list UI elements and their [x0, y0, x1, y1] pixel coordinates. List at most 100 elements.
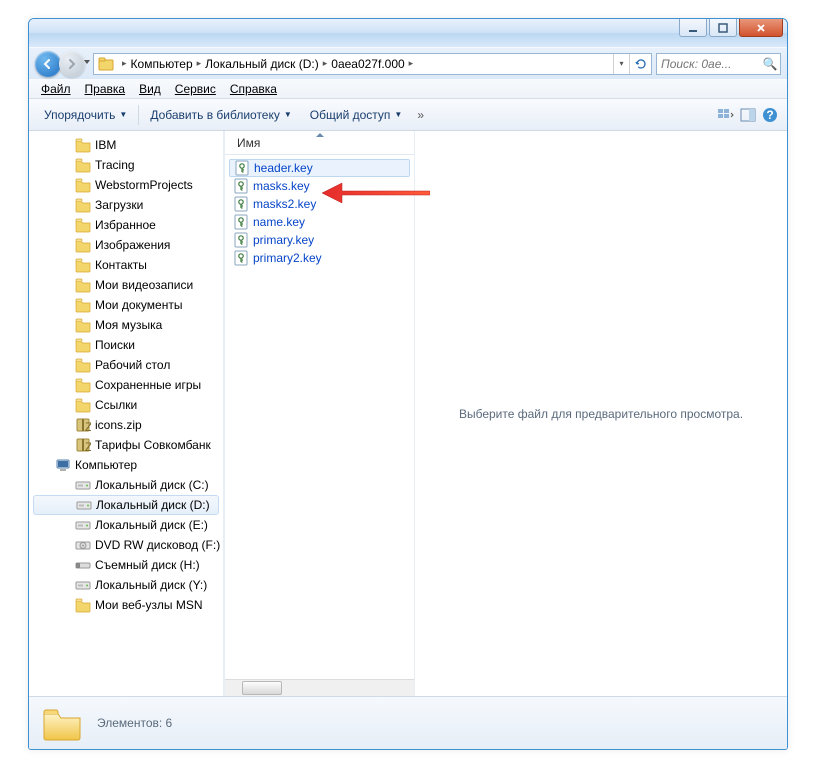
search-box[interactable]: 🔍 [656, 53, 781, 75]
key-file-icon [233, 232, 249, 248]
tree-item-ibm[interactable]: IBM [29, 135, 223, 155]
folder-icon [75, 197, 91, 213]
explorer-window: ▸ Компьютер▸ Локальный диск (D:)▸ 0aea02… [28, 18, 788, 750]
menu-tools[interactable]: Сервис [169, 80, 222, 98]
navigation-bar: ▸ Компьютер▸ Локальный диск (D:)▸ 0aea02… [29, 47, 787, 79]
svg-text:?: ? [766, 108, 773, 122]
share-button[interactable]: Общий доступ▼ [301, 103, 412, 127]
menu-edit[interactable]: Правка [79, 80, 132, 98]
file-masks-key[interactable]: masks.key [225, 177, 414, 195]
preview-message: Выберите файл для предварительного просм… [459, 407, 743, 421]
svg-text:ZIP: ZIP [85, 420, 91, 433]
refresh-button[interactable] [629, 54, 651, 74]
content-area: Имя header.keymasks.keymasks2.keyname.ke… [225, 131, 787, 696]
file-primary2-key[interactable]: primary2.key [225, 249, 414, 267]
tree-item-локальный-диск-e-[interactable]: Локальный диск (E:) [29, 515, 223, 535]
horizontal-scrollbar[interactable] [225, 679, 414, 696]
folder-search-icon [75, 337, 91, 353]
folder-icon [98, 56, 114, 72]
close-button[interactable] [739, 19, 783, 37]
tree-item-сохраненные-игры[interactable]: Сохраненные игры [29, 375, 223, 395]
folder-video-icon [75, 277, 91, 293]
folder-star-icon [75, 217, 91, 233]
back-button[interactable] [35, 51, 61, 77]
tree-item-компьютер[interactable]: Компьютер [29, 455, 223, 475]
tree-item-icons-zip[interactable]: ZIPicons.zip [29, 415, 223, 435]
file-list: Имя header.keymasks.keymasks2.keyname.ke… [225, 131, 415, 696]
tree-item-тарифы-совкомбанк[interactable]: ZIPТарифы Совкомбанк [29, 435, 223, 455]
address-bar[interactable]: ▸ Компьютер▸ Локальный диск (D:)▸ 0aea02… [93, 53, 652, 75]
folder-contact-icon [75, 257, 91, 273]
column-header-name[interactable]: Имя [225, 131, 414, 155]
address-dropdown[interactable]: ▾ [613, 54, 629, 74]
tree-item-изображения[interactable]: Изображения [29, 235, 223, 255]
tree-item-локальный-диск-d-[interactable]: Локальный диск (D:) [33, 495, 219, 515]
breadcrumb-root[interactable]: ▸ [118, 54, 129, 74]
tree-item-локальный-диск-y-[interactable]: Локальный диск (Y:) [29, 575, 223, 595]
drive-icon [76, 497, 92, 513]
folder-links-icon [75, 397, 91, 413]
file-primary-key[interactable]: primary.key [225, 231, 414, 249]
status-text: Элементов: 6 [97, 716, 172, 730]
separator [138, 105, 139, 125]
drive-icon [75, 477, 91, 493]
tree-item-локальный-диск-c-[interactable]: Локальный диск (C:) [29, 475, 223, 495]
folder-icon [75, 597, 91, 613]
nav-history-dropdown[interactable] [84, 60, 90, 64]
folder-icon [41, 702, 83, 744]
folder-icon [75, 177, 91, 193]
forward-button[interactable] [59, 51, 85, 77]
tree-item-tracing[interactable]: Tracing [29, 155, 223, 175]
key-file-icon [233, 196, 249, 212]
tree-item-мои-видеозаписи[interactable]: Мои видеозаписи [29, 275, 223, 295]
key-file-icon [233, 214, 249, 230]
file-header-key[interactable]: header.key [229, 159, 410, 177]
drive-icon [75, 517, 91, 533]
menu-file[interactable]: Файл [35, 80, 77, 98]
dvd-icon [75, 537, 91, 553]
organize-button[interactable]: Упорядочить▼ [35, 103, 136, 127]
tree-item-мои-документы[interactable]: Мои документы [29, 295, 223, 315]
breadcrumb-folder[interactable]: 0aea027f.000▸ [329, 54, 415, 74]
toolbar-overflow[interactable]: » [411, 108, 430, 122]
tree-item-поиски[interactable]: Поиски [29, 335, 223, 355]
breadcrumb-computer[interactable]: Компьютер▸ [129, 54, 204, 74]
scrollbar-thumb[interactable] [242, 681, 282, 695]
usb-icon [75, 557, 91, 573]
tree-item-избранное[interactable]: Избранное [29, 215, 223, 235]
preview-pane-button[interactable] [737, 104, 759, 126]
view-mode-button[interactable] [715, 104, 737, 126]
sort-indicator-icon [316, 133, 324, 137]
tree-item-рабочий-стол[interactable]: Рабочий стол [29, 355, 223, 375]
file-name-key[interactable]: name.key [225, 213, 414, 231]
key-file-icon [234, 160, 250, 176]
menu-help[interactable]: Справка [224, 80, 283, 98]
tree-item-мои-веб-узлы-msn[interactable]: Мои веб-узлы MSN [29, 595, 223, 615]
drive-icon [75, 577, 91, 593]
file-masks2-key[interactable]: masks2.key [225, 195, 414, 213]
breadcrumb-drive-d[interactable]: Локальный диск (D:)▸ [203, 54, 329, 74]
menu-view[interactable]: Вид [133, 80, 167, 98]
minimize-button[interactable] [679, 19, 707, 37]
folder-desktop-icon [75, 357, 91, 373]
navigation-tree[interactable]: IBMTracingWebstormProjectsЗагрузкиИзбран… [29, 131, 223, 696]
search-icon: 🔍 [760, 57, 780, 71]
nav-buttons [35, 51, 87, 77]
tree-item-dvd-rw-дисковод-f-[interactable]: DVD RW дисковод (F:) [29, 535, 223, 555]
folder-icon [75, 157, 91, 173]
maximize-button[interactable] [709, 19, 737, 37]
tree-item-съемный-диск-h-[interactable]: Съемный диск (H:) [29, 555, 223, 575]
folder-pic-icon [75, 237, 91, 253]
status-bar: Элементов: 6 [29, 697, 787, 749]
tree-item-загрузки[interactable]: Загрузки [29, 195, 223, 215]
help-button[interactable]: ? [759, 104, 781, 126]
titlebar [29, 19, 787, 47]
tree-item-моя-музыка[interactable]: Моя музыка [29, 315, 223, 335]
tree-item-контакты[interactable]: Контакты [29, 255, 223, 275]
add-to-library-button[interactable]: Добавить в библиотеку▼ [141, 103, 300, 127]
zip-icon: ZIP [75, 437, 91, 453]
tree-item-ссылки[interactable]: Ссылки [29, 395, 223, 415]
menu-bar: Файл Правка Вид Сервис Справка [29, 79, 787, 99]
tree-item-webstormprojects[interactable]: WebstormProjects [29, 175, 223, 195]
search-input[interactable] [657, 57, 760, 71]
